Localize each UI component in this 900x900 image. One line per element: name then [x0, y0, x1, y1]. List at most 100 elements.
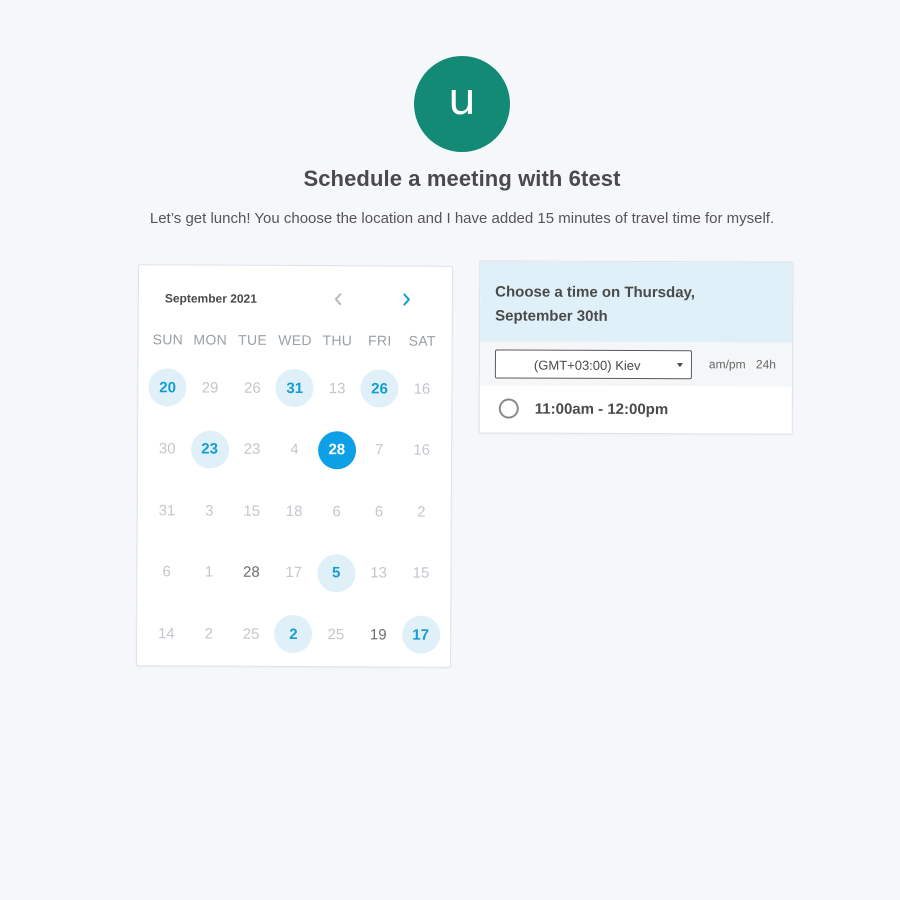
calendar-day: 25 [242, 625, 260, 643]
radio-button[interactable] [498, 398, 519, 419]
calendar-day-cell: 14 [145, 613, 188, 675]
calendar-day-cell: 5 [315, 553, 358, 615]
weekday-sat: SAT [408, 332, 436, 349]
prev-month-button[interactable] [327, 288, 349, 310]
calendar-day-cell: 26 [231, 368, 274, 430]
available-day[interactable]: 26 [360, 369, 399, 408]
calendar-day-cell: 23 [188, 429, 231, 491]
calendar-day: 26 [243, 379, 261, 397]
calendar-day-cell: 15 [230, 491, 273, 553]
page-subtitle: Let’s get lunch! You choose the location… [149, 210, 775, 227]
calendar-day-cell: 17 [399, 615, 442, 677]
scheduling-page: u Schedule a meeting with 6test Let’s ge… [0, 0, 900, 900]
calendar-day-cell: 30 [146, 429, 189, 491]
calendar-day-cell: 17 [272, 552, 315, 614]
available-day[interactable]: 17 [401, 615, 440, 654]
calendar-day-cell: 16 [401, 369, 444, 431]
calendar-day: 15 [243, 502, 261, 520]
weekday-mon: MON [193, 331, 228, 348]
calendar-day: 6 [162, 563, 171, 581]
available-day[interactable]: 31 [275, 368, 314, 408]
available-day[interactable]: 2 [274, 614, 313, 654]
calendar-day-cell: 6 [315, 491, 358, 553]
calendar-day: 1 [204, 563, 214, 581]
calendar-day: 4 [290, 440, 299, 459]
weekday-header: SUN MON TUE WED THU FRI SAT [147, 331, 447, 349]
calendar-day: 23 [243, 440, 261, 458]
time-panel: Choose a time on Thursday, September 30t… [478, 260, 794, 435]
calendar-header: September 2021 [139, 265, 452, 327]
calendar-day-cell: 31 [146, 490, 189, 552]
calendar-day: 17 [285, 563, 303, 582]
weekday-tue: TUE [238, 331, 268, 348]
calendar-day: 13 [328, 379, 346, 397]
calendar-day-grid: 20 29 26 31 13 26 16 30 23 23 4 28 7 16 31 3 15 18 6 6 2 6 1 28… [145, 367, 447, 676]
calendar-day: 25 [327, 625, 345, 643]
calendar-day-cell: 19 [357, 614, 400, 676]
calendar-day-cell: 25 [314, 614, 357, 676]
calendar-day: 2 [204, 625, 213, 643]
available-day[interactable]: 20 [148, 368, 187, 407]
timezone-select[interactable]: (GMT+03:00) Kiev [494, 349, 692, 380]
calendar-day: 3 [205, 502, 214, 520]
weekday-thu: THU [322, 332, 353, 349]
calendar-day-cell: 1 [188, 552, 231, 614]
page-title: Schedule a meeting with 6test [303, 166, 621, 191]
calendar-day-cell: 18 [273, 491, 316, 553]
calendar-day-cell: 7 [358, 430, 401, 492]
calendar-day-cell: 31 [273, 368, 316, 430]
calendar-day-cell: 26 [358, 368, 401, 430]
calendar-day-cell: 2 [187, 613, 230, 675]
calendar-day-cell: 28 [315, 430, 358, 492]
calendar-day-cell: 3 [188, 490, 231, 552]
calendar-day-cell: 28 [230, 552, 273, 614]
calendar-card: September 2021 SUN MON TUE WED THU FRI S… [135, 264, 454, 668]
avatar-letter: u [448, 74, 476, 125]
calendar-day-cell: 25 [230, 614, 273, 676]
time-panel-title: Choose a time on Thursday, September 30t… [495, 283, 695, 325]
calendar-day-cell: 16 [400, 430, 443, 492]
timezone-value: (GMT+03:00) Kiev [533, 357, 641, 374]
calendar-day: 30 [158, 440, 176, 458]
calendar-day: 19 [369, 625, 387, 643]
available-day[interactable]: 23 [190, 429, 229, 469]
calendar-day-cell: 4 [273, 429, 316, 491]
selected-day[interactable]: 28 [317, 430, 356, 469]
weekday-fri: FRI [368, 332, 392, 349]
calendar-day: 2 [417, 503, 426, 521]
time-slot[interactable]: 11:00am - 12:00pm [480, 385, 792, 432]
calendar-day-cell: 6 [145, 552, 188, 614]
calendar-day: 14 [157, 624, 175, 642]
weekday-wed: WED [278, 331, 312, 349]
calendar-day-cell: 23 [231, 429, 274, 491]
calendar-day-cell: 2 [400, 492, 443, 554]
calendar-day: 7 [375, 441, 384, 459]
calendar-day: 29 [201, 379, 219, 397]
calendar-day: 13 [370, 564, 387, 582]
calendar-day-cell: 20 [146, 367, 189, 429]
calendar-day: 6 [332, 502, 341, 520]
available-day[interactable]: 5 [317, 553, 356, 592]
caret-down-icon [676, 363, 683, 368]
calendar-day: 16 [413, 441, 431, 459]
calendar-day-cell: 6 [357, 491, 400, 553]
chevron-right-icon [403, 293, 410, 306]
avatar: u [414, 56, 510, 152]
time-slot-label: 11:00am - 12:00pm [534, 400, 669, 419]
calendar-day: 16 [413, 380, 431, 398]
format-ampm-toggle[interactable]: am/pm [709, 357, 746, 371]
weekday-sun: SUN [152, 331, 184, 348]
chevron-left-icon [334, 293, 342, 306]
calendar-day-cell: 13 [316, 368, 359, 430]
calendar-day-cell: 13 [357, 553, 400, 615]
calendar-day: 28 [243, 563, 260, 581]
calendar-day: 31 [158, 501, 176, 519]
time-panel-header: Choose a time on Thursday, September 30t… [480, 261, 793, 343]
format-24h-toggle[interactable]: 24h [756, 357, 776, 371]
next-month-button[interactable] [396, 289, 418, 311]
calendar-day-cell: 29 [189, 367, 232, 429]
calendar-day: 18 [285, 502, 303, 520]
calendar-day-cell: 15 [400, 553, 443, 615]
calendar-day: 15 [412, 564, 430, 582]
month-label: September 2021 [164, 291, 257, 306]
